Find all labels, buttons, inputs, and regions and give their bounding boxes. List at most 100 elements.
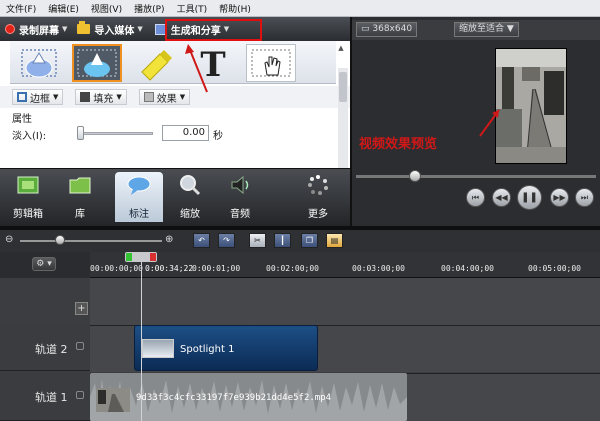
gear-icon: ⚙ ▾ <box>36 259 52 269</box>
hand-cursor-icon <box>251 49 291 77</box>
empty-track-row <box>90 278 600 325</box>
scissors-icon: ✂ <box>254 236 261 245</box>
fast-forward-button[interactable]: ▶▶ <box>550 188 569 207</box>
effects-label: 效果 <box>156 93 177 105</box>
zoom-in-icon[interactable]: ⊕ <box>165 234 173 245</box>
text-callout-shape[interactable]: T <box>188 44 238 85</box>
track-2-header: 轨道 2 <box>0 325 90 371</box>
redo-icon: ↷ <box>223 236 230 245</box>
spotlight-callout-shape[interactable] <box>14 44 64 82</box>
railway-scene-image <box>496 49 566 163</box>
chevron-down-icon: ▼ <box>53 93 59 101</box>
paste-button[interactable]: ▤ <box>326 233 343 248</box>
copy-button[interactable]: ❐ <box>301 233 318 248</box>
tab-zoom[interactable]: 缩放 <box>166 172 214 222</box>
scroll-up-icon[interactable]: ▲ <box>338 44 343 52</box>
selection-start-marker[interactable] <box>126 253 132 261</box>
spotlight-clip-label: Spotlight 1 <box>180 344 235 355</box>
tab-clip-bin-label: 剪辑箱 <box>13 209 43 220</box>
import-media-button[interactable]: 导入媒体 ▼ <box>72 19 147 39</box>
text-tool-glyph: T <box>200 45 225 82</box>
canvas-size-button[interactable]: ▭ 368x640 <box>356 22 418 37</box>
tab-library-label: 库 <box>75 209 85 220</box>
track-1-header: 轨道 1 <box>0 373 90 421</box>
tab-callouts[interactable]: 标注 <box>115 172 163 222</box>
menu-view[interactable]: 视图(V) <box>85 2 128 15</box>
tab-clip-bin[interactable]: 剪辑箱 <box>4 172 52 222</box>
timeline-zoom-handle[interactable] <box>55 235 65 245</box>
menu-bar: 文件(F) 编辑(E) 视图(V) 播放(P) 工具(T) 帮助(H) <box>0 0 600 17</box>
tab-library[interactable]: 库 <box>56 172 104 222</box>
scrollbar-thumb[interactable] <box>339 72 347 102</box>
canvas-size-label: 368x640 <box>372 24 413 34</box>
properties-heading: 属性 <box>12 114 32 125</box>
track-1-label: 轨道 1 <box>35 391 68 404</box>
zoom-out-icon[interactable]: ⊖ <box>5 234 13 245</box>
undo-button[interactable]: ↶ <box>193 233 210 248</box>
text-tool-icon: T <box>200 45 225 85</box>
cut-button[interactable]: ✂ <box>249 233 266 248</box>
playhead-time: 0:00:34;22 <box>145 264 194 273</box>
preview-scrub-bar[interactable] <box>356 175 596 178</box>
import-media-label: 导入媒体 <box>94 25 135 37</box>
selection-end-marker[interactable] <box>150 253 156 261</box>
chevron-down-icon: ▼ <box>179 93 186 101</box>
undo-icon: ↶ <box>198 236 205 245</box>
preview-scrub-handle[interactable] <box>409 170 421 182</box>
menu-tools[interactable]: 工具(T) <box>171 2 214 15</box>
fade-in-label: 淡入(I): <box>12 131 47 142</box>
fade-in-input[interactable]: 0.00 <box>162 125 209 141</box>
ruler-tick: 00:05:00;00 <box>528 264 581 273</box>
spotlight-filled-callout-shape[interactable] <box>72 44 122 82</box>
skip-forward-icon: ⏭ <box>580 193 589 202</box>
tab-zoom-label: 缩放 <box>180 209 200 220</box>
redo-button[interactable]: ↷ <box>218 233 235 248</box>
video-preview-frame <box>495 48 567 164</box>
tab-audio-label: 音频 <box>230 209 250 220</box>
lock-icon[interactable] <box>76 342 84 350</box>
film-icon <box>17 176 39 194</box>
properties-scrollbar[interactable] <box>338 68 348 168</box>
video-clip-label: 9d33f3c4cfc33197f7e939b21dd4e5f2.mp4 <box>136 393 332 403</box>
add-track-button[interactable]: + <box>75 302 88 315</box>
border-dropdown[interactable]: 边框 ▼ <box>12 89 64 105</box>
spotlight-shape-icon <box>21 49 57 78</box>
menu-file[interactable]: 文件(F) <box>0 2 42 15</box>
timeline-settings-button[interactable]: ⚙ ▾ <box>32 257 56 271</box>
chevron-down-icon: ▼ <box>504 24 514 34</box>
tab-more[interactable]: 更多 <box>294 172 342 222</box>
highlighter-callout-shape[interactable] <box>130 44 180 82</box>
menu-help[interactable]: 帮助(H) <box>213 2 257 15</box>
play-pause-button[interactable]: ❚❚ <box>517 185 542 210</box>
paste-icon: ▤ <box>330 236 339 245</box>
record-screen-label: 录制屏幕 <box>19 25 59 37</box>
split-button[interactable]: ┃ <box>274 233 291 248</box>
video-clip-thumbnail <box>96 388 130 412</box>
rewind-button[interactable]: ◀◀ <box>492 188 511 207</box>
tab-more-label: 更多 <box>308 209 328 220</box>
tab-callouts-label: 标注 <box>129 209 149 220</box>
ruler-tick: 00:00:00;00 <box>90 264 143 273</box>
jump-to-start-button[interactable]: ⏮ <box>466 188 485 207</box>
tab-audio[interactable]: 音频 <box>216 172 264 222</box>
effects-dropdown[interactable]: 效果 ▼ <box>138 89 191 105</box>
playhead-line <box>141 262 142 421</box>
menu-edit[interactable]: 编辑(E) <box>42 2 85 15</box>
click-callout-shape[interactable] <box>246 44 296 82</box>
menu-play[interactable]: 播放(P) <box>128 2 170 15</box>
record-screen-button[interactable]: 录制屏幕 ▼ <box>0 19 72 39</box>
timeline-zoom-slider[interactable] <box>20 240 162 242</box>
zoom-fit-dropdown[interactable]: 缩放至适合 ▼ <box>454 22 519 37</box>
fade-in-unit: 秒 <box>213 131 223 142</box>
fill-dropdown[interactable]: 填充 ▼ <box>75 89 127 105</box>
jump-to-end-button[interactable]: ⏭ <box>575 188 594 207</box>
chevron-down-icon[interactable]: ▼ <box>137 25 142 33</box>
border-label: 边框 <box>30 93 50 105</box>
chevron-down-icon[interactable]: ▼ <box>62 25 67 33</box>
ruler-tick: 00:02:00;00 <box>266 264 319 273</box>
fade-in-slider-handle[interactable] <box>77 126 84 140</box>
spotlight-filled-icon <box>77 49 117 77</box>
lock-icon[interactable] <box>76 391 84 399</box>
fade-in-slider[interactable] <box>77 132 153 135</box>
speech-bubble-icon <box>127 176 151 195</box>
